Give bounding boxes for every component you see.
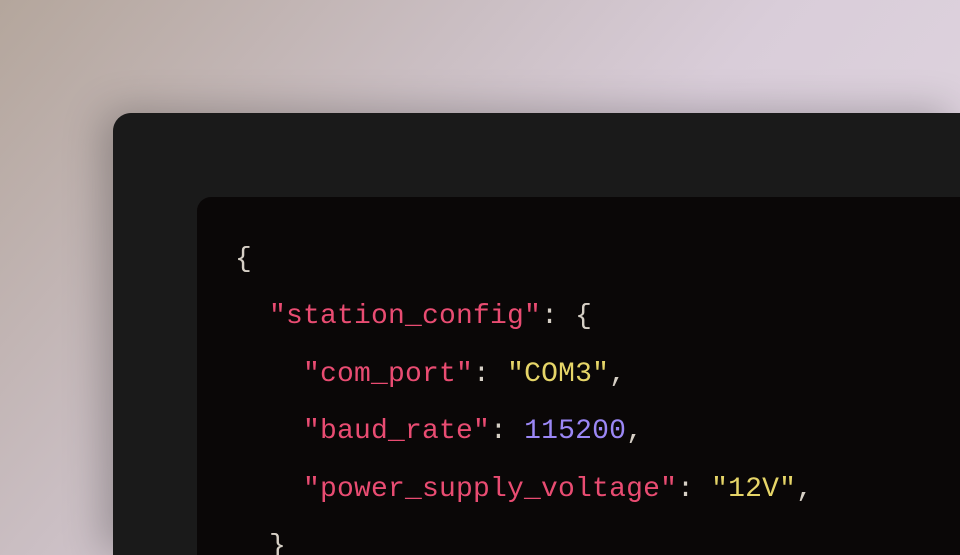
punct: , [609, 359, 626, 390]
punct [507, 416, 524, 447]
punct: : [490, 416, 507, 447]
value-com-port: "COM3" [507, 359, 609, 390]
punct: : [541, 301, 558, 332]
desktop-background: { "station_config": { "com_port": "COM3"… [0, 0, 960, 555]
punct [558, 301, 575, 332]
editor-window: { "station_config": { "com_port": "COM3"… [113, 113, 960, 555]
brace-open: { [235, 244, 252, 275]
value-power-supply-voltage: "12V" [711, 474, 796, 505]
punct: : [677, 474, 694, 505]
punct [694, 474, 711, 505]
code-editor-panel[interactable]: { "station_config": { "com_port": "COM3"… [197, 197, 960, 555]
key-baud-rate: "baud_rate" [303, 416, 490, 447]
punct: , [796, 474, 813, 505]
value-baud-rate: 115200 [524, 416, 626, 447]
brace-close-partial: } [269, 531, 286, 555]
code-content[interactable]: { "station_config": { "com_port": "COM3"… [235, 231, 960, 555]
punct: : [473, 359, 490, 390]
key-station-config: "station_config" [269, 301, 541, 332]
punct [490, 359, 507, 390]
punct: , [626, 416, 643, 447]
brace-open: { [575, 301, 592, 332]
key-com-port: "com_port" [303, 359, 473, 390]
key-power-supply-voltage: "power_supply_voltage" [303, 474, 677, 505]
